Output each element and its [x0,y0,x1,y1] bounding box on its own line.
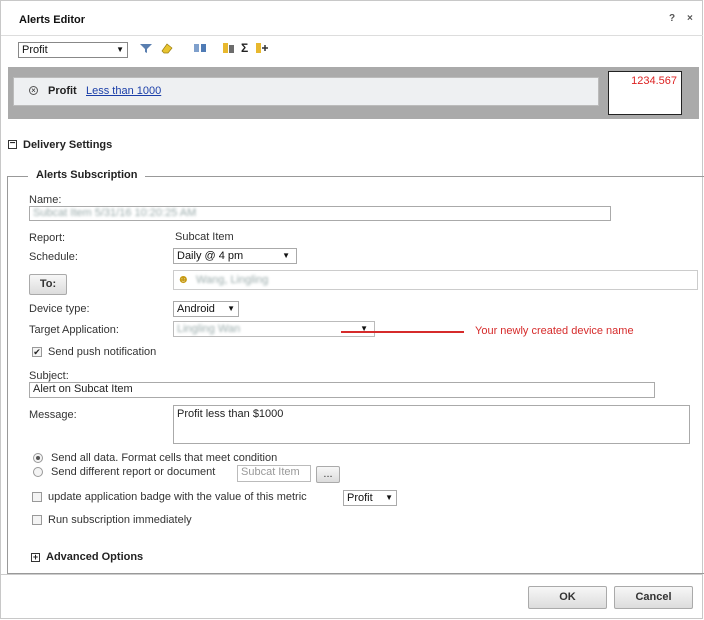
metric-select-value: Profit [22,44,48,56]
run-immediately-checkbox[interactable] [32,515,42,525]
dialog-title: Alerts Editor [19,14,86,26]
advanced-options-title[interactable]: Advanced Options [46,551,143,563]
expand-icon[interactable]: + [31,553,40,562]
device-type-select[interactable]: Android ▼ [173,301,239,317]
message-value: Profit less than $1000 [177,408,284,420]
badge-metric-select[interactable]: Profit ▼ [343,490,397,506]
to-button[interactable]: To: [29,274,67,295]
footer-divider [1,574,703,575]
target-app-select[interactable]: Lingling Wan ▼ [173,321,375,337]
report-value: Subcat Item [175,231,234,243]
title-bar: Alerts Editor ? × [1,1,703,36]
send-different-label: Send different report or document [51,466,216,478]
send-all-radio[interactable] [33,453,43,463]
format-preview[interactable]: 1234.567 [608,71,682,115]
cancel-button[interactable]: Cancel [614,586,693,609]
annotation-text: Your newly created device name [475,325,634,337]
send-all-label: Send all data. Format cells that meet co… [51,452,278,464]
report-label: Report: [29,232,66,244]
badge-metric-value: Profit [347,492,373,504]
subscription-group-title: Alerts Subscription [28,169,146,181]
remove-condition-icon[interactable]: × [29,86,38,95]
recipient-value: Wang, Lingling [196,274,269,286]
subject-input[interactable]: Alert on Subcat Item [29,382,655,398]
user-icon: ☻ [177,272,190,286]
device-type-value: Android [177,303,215,315]
schedule-value: Daily @ 4 pm [177,250,244,262]
condition-row: × Profit Less than 1000 [13,77,599,106]
help-icon[interactable]: ? [669,13,675,24]
annotation-line [341,331,464,333]
target-app-value: Lingling Wan [177,323,241,335]
push-notification-checkbox[interactable]: ✔ [32,347,42,357]
badge-label: update application badge with the value … [48,491,307,503]
schedule-label: Schedule: [29,251,78,263]
message-textarea[interactable]: Profit less than $1000 [173,405,690,444]
schedule-select[interactable]: Daily @ 4 pm ▼ [173,248,297,264]
subject-label: Subject: [29,370,69,382]
name-value: Subcat Item 5/31/16 10:20:25 AM [33,207,197,219]
send-different-radio[interactable] [33,467,43,477]
swap-icon[interactable] [193,42,207,54]
chevron-down-icon: ▼ [116,45,124,54]
ok-button[interactable]: OK [528,586,607,609]
columns-icon[interactable] [222,42,236,54]
delivery-settings-title[interactable]: Delivery Settings [23,139,112,151]
condition-rule-link[interactable]: Less than 1000 [86,85,161,97]
name-label: Name: [29,194,62,206]
close-icon[interactable]: × [687,13,693,24]
eraser-icon[interactable] [160,42,174,54]
collapse-icon[interactable]: − [8,139,17,149]
chevron-down-icon: ▼ [385,493,393,502]
sum-icon[interactable]: Σ [241,41,248,55]
filter-icon[interactable] [139,42,153,54]
different-report-field[interactable]: Subcat Item [237,465,311,482]
chevron-down-icon: ▼ [282,251,290,260]
target-app-label: Target Application: [29,324,119,336]
name-input[interactable]: Subcat Item 5/31/16 10:20:25 AM [29,206,611,221]
chevron-down-icon: ▼ [227,304,235,313]
different-report-value: Subcat Item [241,466,300,478]
push-notification-label: Send push notification [48,346,157,358]
alerts-editor-dialog: Alerts Editor ? × Profit ▼ Σ × Profit Le… [0,0,704,619]
device-type-label: Device type: [29,303,90,315]
metric-select[interactable]: Profit ▼ [18,42,128,58]
chevron-down-icon: ▼ [360,324,368,333]
condition-metric: Profit [48,85,77,97]
browse-button[interactable]: ... [316,466,340,483]
rank-icon[interactable] [255,42,269,54]
subject-value: Alert on Subcat Item [33,383,133,395]
run-immediately-label: Run subscription immediately [48,514,192,526]
badge-checkbox[interactable] [32,492,42,502]
message-label: Message: [29,409,77,421]
recipients-field[interactable]: ☻ Wang, Lingling [173,270,698,290]
